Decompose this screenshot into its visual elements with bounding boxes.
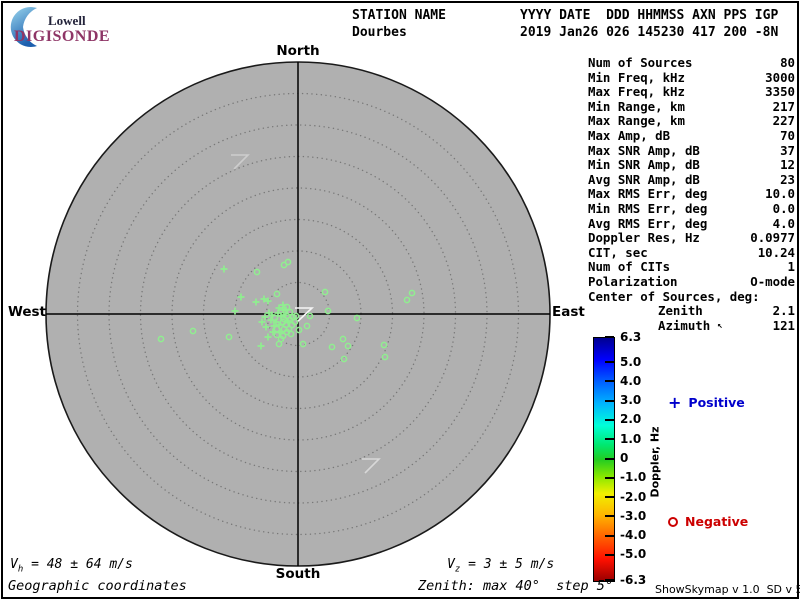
coordinate-system-label: Geographic coordinates <box>8 578 187 594</box>
showskymap-window: Lowell DIGISONDE STATION NAME YYYY DATE … <box>0 0 800 600</box>
measurement-stats-panel: Num of Sources 80 Min Freq, kHz 3000 Max Fre… <box>588 55 795 333</box>
colorbar-tick-label: 6.3 <box>620 329 642 344</box>
colorbar-tick-label: -5.0 <box>620 547 647 562</box>
colorbar-tick-mark <box>605 336 614 338</box>
vertical-velocity-value: Vz = 3 ± 5 m/s <box>447 557 555 575</box>
legend-positive: + Positive <box>668 392 745 412</box>
stat-row: Zenith 2.1 <box>658 303 795 319</box>
stat-row: Num of CITs 1 <box>588 259 795 275</box>
stat-row: Doppler Res, Hz 0.0977 <box>588 230 795 246</box>
colorbar-tick-mark <box>605 553 614 556</box>
label-north: North <box>276 43 320 59</box>
stat-row: Min Range, km 217 <box>588 98 795 114</box>
colorbar-tick-mark <box>605 399 614 402</box>
circle-marker-icon <box>668 516 678 527</box>
legend-positive-label: Positive <box>688 395 745 410</box>
colorbar-tick-label: -2.0 <box>620 489 647 504</box>
colorbar-tick-label: -1.0 <box>620 470 647 485</box>
colorbar-tick-mark <box>605 515 614 518</box>
colorbar-tick-label: 1.0 <box>620 431 642 446</box>
colorbar-tick-mark <box>605 361 614 364</box>
colorbar-tick-label: -4.0 <box>620 528 647 543</box>
stat-row: Max SNR Amp, dB 37 <box>588 142 795 158</box>
legend-negative: Negative <box>668 514 748 529</box>
stat-row: Min Freq, kHz 3000 <box>588 69 795 85</box>
colorbar-tick-label: 0 <box>620 451 629 465</box>
stat-row: Max RMS Err, deg 10.0 <box>588 186 795 202</box>
doppler-colorbar <box>593 337 615 582</box>
stat-row: Max Freq, kHz 3350 <box>588 84 795 100</box>
horizontal-velocity-value: Vh = 48 ± 64 m/s <box>10 557 133 575</box>
azimuth-arrow-icon: ↖ <box>717 320 723 331</box>
label-east: East <box>552 304 585 320</box>
colorbar-tick-mark <box>605 438 614 441</box>
stat-row: Center of Sources, deg: <box>588 288 760 304</box>
colorbar-tick-mark <box>605 457 614 460</box>
colorbar-tick-mark <box>605 476 614 479</box>
zenith-scale-note: Zenith: max 40° step 5° <box>418 578 614 594</box>
stat-row: Max Range, km 227 <box>588 113 795 129</box>
colorbar-tick-label: 2.0 <box>620 412 642 427</box>
stat-row: Polarization O-mode <box>588 273 795 289</box>
colorbar-tick-label: -6.3 <box>620 572 647 587</box>
colorbar-tick-mark <box>605 496 614 499</box>
colorbar-tick-mark <box>605 534 614 537</box>
colorbar-tick-label: -3.0 <box>620 508 647 523</box>
legend-negative-label: Negative <box>685 514 749 529</box>
stat-row: Max Amp, dB 70 <box>588 127 795 143</box>
stat-row: Min RMS Err, deg 0.0 <box>588 200 795 216</box>
stat-row: CIT, sec 10.24 <box>588 244 795 260</box>
colorbar-tick-label: 4.0 <box>620 373 642 388</box>
colorbar-tick-label: 5.0 <box>620 354 642 369</box>
colorbar-tick-label: 3.0 <box>620 393 642 408</box>
stat-row: Avg RMS Err, deg 4.0 <box>588 215 795 231</box>
label-south: South <box>275 566 321 582</box>
stat-row: Num of Sources 80 <box>588 55 795 70</box>
stat-row: Min SNR Amp, dB 12 <box>588 157 795 173</box>
colorbar-tick-mark <box>605 418 614 421</box>
software-version: ShowSkymap v 1.0 SD v 5.1 <box>655 583 800 596</box>
plus-marker-icon: + <box>668 392 682 412</box>
colorbar-tick-mark <box>605 380 614 383</box>
label-west: West <box>7 304 46 320</box>
skymap-plot <box>45 61 551 567</box>
stat-row: Avg SNR Amp, dB 23 <box>588 171 795 187</box>
colorbar-axis-label: Doppler, Hz <box>648 426 662 498</box>
